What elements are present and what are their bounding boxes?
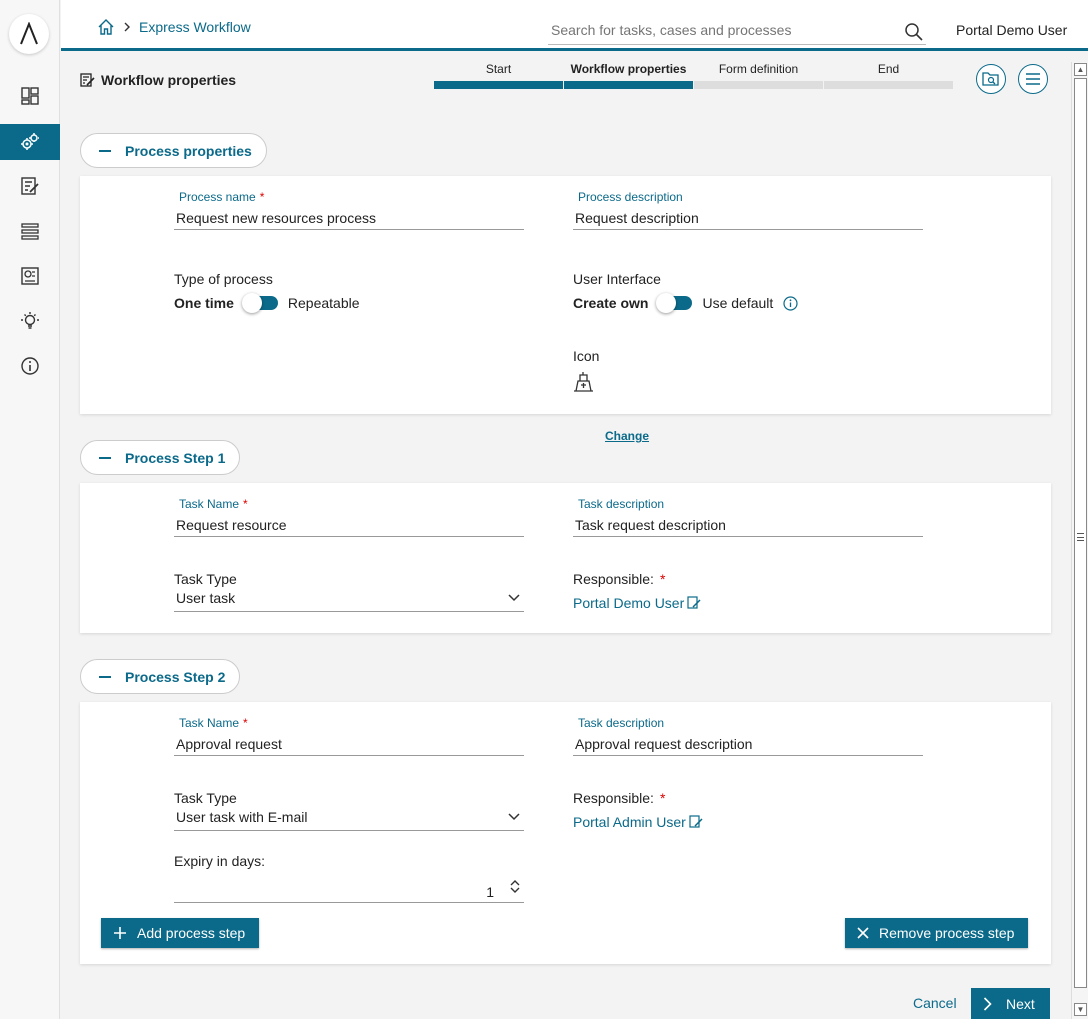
menu-button[interactable] (1018, 64, 1048, 94)
sidebar-item-express-workflow[interactable] (0, 124, 60, 160)
search-input[interactable] (548, 18, 888, 42)
top-header: Express Workflow Portal Demo User (61, 0, 1088, 51)
chevron-right-icon (983, 996, 992, 1011)
process-step-1-toggle[interactable]: Process Step 1 (80, 440, 241, 475)
dashboard-icon (21, 87, 39, 105)
scroll-up-arrow[interactable]: ▲ (1074, 63, 1087, 76)
process-step-2-toggle[interactable]: Process Step 2 (80, 659, 241, 694)
chevron-down-icon[interactable] (510, 887, 520, 894)
process-name-input[interactable]: Request new resources process (174, 206, 524, 230)
task-type-label: Task Type (174, 790, 237, 806)
process-description-input[interactable]: Request description (573, 206, 923, 230)
scroll-down-arrow[interactable]: ▼ (1074, 1003, 1087, 1016)
responsible-label: Responsible: * (573, 571, 666, 587)
expiry-label: Expiry in days: (174, 853, 266, 869)
breadcrumb-express-workflow[interactable]: Express Workflow (139, 19, 251, 35)
workflow-list-button[interactable] (976, 64, 1006, 94)
expiry-days-input[interactable]: 1 (174, 879, 524, 903)
close-icon (857, 927, 869, 939)
task-name-label: Task Name * (179, 497, 248, 511)
edit-form-icon (80, 72, 95, 87)
logo[interactable] (9, 14, 49, 54)
chevron-down-icon (508, 594, 520, 602)
wizard-steps: Start Workflow properties Form definitio… (434, 62, 953, 89)
chevron-up-icon[interactable] (510, 879, 520, 886)
remove-process-step-button[interactable]: Remove process step (845, 918, 1029, 948)
list-icon (21, 223, 39, 240)
edit-user-icon (689, 815, 703, 828)
sidebar-item-statistics[interactable] (0, 258, 60, 294)
edit-user-icon (687, 596, 701, 609)
process-name-label: Process name * (179, 190, 265, 204)
wizard-step-start: Start (434, 62, 563, 89)
wizard-step-form-definition: Form definition (694, 62, 823, 89)
hamburger-icon (1026, 73, 1040, 85)
type-of-process-toggle: One time Repeatable (174, 293, 360, 313)
type-of-process-switch[interactable] (241, 293, 278, 313)
responsible-link[interactable]: Portal Demo User (573, 595, 702, 611)
wizard-step-end: End (824, 62, 953, 89)
collapse-icon (99, 456, 111, 459)
responsible-link[interactable]: Portal Admin User (573, 814, 704, 830)
process-properties-toggle[interactable]: Process properties (80, 133, 267, 168)
sidebar (0, 0, 60, 1019)
sidebar-item-dashboard[interactable] (0, 78, 60, 114)
process-properties-card: Process name * Request new resources proc… (80, 176, 1051, 443)
task-description-input[interactable]: Task request description (573, 513, 923, 537)
process-step-2-card: Task Name * Approval request Task descrip… (80, 702, 1051, 964)
sidebar-item-ideas[interactable] (0, 303, 60, 339)
info-icon (21, 357, 39, 375)
chevron-down-icon (508, 813, 520, 821)
home-icon[interactable] (97, 18, 115, 36)
type-of-process-label: Type of process (174, 271, 273, 287)
edit-task-icon (21, 177, 39, 195)
task-description-label: Task description (578, 497, 665, 511)
sidebar-item-tasks[interactable] (0, 168, 60, 204)
breadcrumb: Express Workflow (97, 18, 251, 36)
process-icon-preview-icon (574, 372, 593, 392)
chevron-right-icon (124, 22, 130, 32)
axon-logo-icon (20, 22, 38, 45)
task-description-input[interactable]: Approval request description (573, 732, 923, 756)
sidebar-item-about[interactable] (0, 348, 60, 384)
next-button[interactable]: Next (971, 988, 1050, 1019)
search-button[interactable] (904, 22, 924, 45)
sidebar-item-processes[interactable] (0, 213, 60, 249)
wizard-step-workflow-properties: Workflow properties (564, 62, 693, 89)
process-step-1-card: Task Name * Request resource Task descrip… (80, 483, 1051, 633)
task-type-select[interactable]: User task with E-mail (174, 809, 524, 831)
collapse-icon (99, 149, 111, 152)
search-icon (905, 23, 923, 41)
gears-icon (21, 133, 39, 150)
main-content: Workflow properties Start Workflow prope… (61, 54, 1071, 1019)
task-name-input[interactable]: Approval request (174, 732, 524, 756)
statistics-icon (21, 267, 39, 285)
plus-icon (114, 927, 126, 939)
icon-label: Icon (573, 348, 600, 364)
task-type-select[interactable]: User task (174, 590, 524, 612)
task-name-input[interactable]: Request resource (174, 513, 524, 537)
info-icon[interactable] (783, 295, 798, 311)
user-interface-toggle: Create own Use default (573, 293, 798, 313)
folder-search-icon (982, 72, 999, 86)
lightbulb-icon (21, 312, 39, 329)
process-description-label: Process description (578, 190, 683, 204)
spinner-arrows[interactable] (510, 879, 520, 894)
search-box (548, 18, 926, 45)
vertical-scrollbar[interactable]: ▲ ▼ (1071, 62, 1088, 1019)
change-icon-link-text[interactable]: Change (605, 429, 649, 443)
responsible-label: Responsible: * (573, 790, 666, 806)
task-name-label: Task Name * (179, 716, 248, 730)
task-description-label: Task description (578, 716, 665, 730)
user-interface-switch[interactable] (656, 293, 693, 313)
task-type-label: Task Type (174, 571, 237, 587)
add-process-step-button[interactable]: Add process step (101, 918, 260, 948)
scroll-thumb[interactable] (1074, 78, 1087, 988)
collapse-icon (99, 675, 111, 678)
page-title: Workflow properties (80, 72, 236, 88)
user-menu[interactable]: Portal Demo User (956, 22, 1067, 38)
user-interface-label: User Interface (573, 271, 661, 287)
cancel-link[interactable]: Cancel (913, 995, 957, 1011)
